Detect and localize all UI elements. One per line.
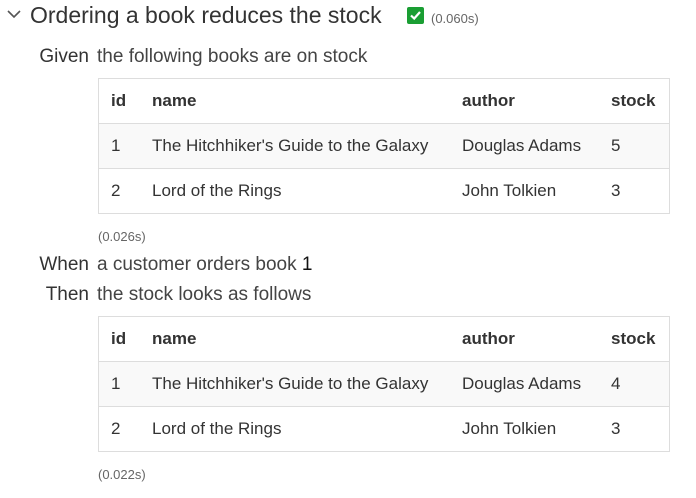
scenario-duration: (0.060s) bbox=[431, 11, 479, 26]
step-text: the following books are on stock bbox=[97, 46, 368, 67]
cell-id: 1 bbox=[99, 123, 152, 169]
cell-name: Lord of the Rings bbox=[152, 168, 462, 213]
cell-id: 1 bbox=[99, 361, 152, 407]
table-row: 1 The Hitchhiker's Guide to the Galaxy D… bbox=[99, 361, 669, 407]
table-row: 1 The Hitchhiker's Guide to the Galaxy D… bbox=[99, 123, 669, 169]
step-when: When a customer orders book 1 bbox=[0, 253, 312, 277]
scenario-header[interactable]: Ordering a book reduces the stock (0.060… bbox=[0, 0, 696, 32]
step-then: Then the stock looks as follows bbox=[0, 283, 312, 307]
cell-author: John Tolkien bbox=[462, 168, 611, 213]
cell-author: John Tolkien bbox=[462, 406, 611, 451]
step-text: a customer orders book 1 bbox=[97, 253, 312, 277]
column-header-stock: stock bbox=[611, 329, 656, 348]
cell-id: 2 bbox=[99, 168, 152, 213]
step-text-content: a customer orders book bbox=[97, 254, 297, 275]
chevron-down-icon[interactable] bbox=[7, 7, 21, 21]
table-row: 2 Lord of the Rings John Tolkien 3 bbox=[99, 406, 669, 451]
data-table-then: id name author stock 1 The Hitchhiker's … bbox=[98, 316, 670, 452]
step-keyword: Then bbox=[45, 284, 89, 305]
scenario-title: Ordering a book reduces the stock bbox=[30, 2, 382, 28]
column-header-name: name bbox=[152, 329, 197, 348]
table-row: 2 Lord of the Rings John Tolkien 3 bbox=[99, 168, 669, 213]
cell-id: 2 bbox=[99, 406, 152, 451]
cell-stock: 5 bbox=[611, 123, 669, 169]
cell-author: Douglas Adams bbox=[462, 123, 611, 169]
step-text: the stock looks as follows bbox=[97, 284, 312, 305]
checkmark-icon bbox=[407, 7, 424, 24]
step-duration: (0.022s) bbox=[98, 467, 146, 482]
data-table-given: id name author stock 1 The Hitchhiker's … bbox=[98, 78, 670, 214]
step-keyword: Given bbox=[39, 46, 89, 67]
column-header-id: id bbox=[111, 329, 127, 348]
cell-name: Lord of the Rings bbox=[152, 406, 462, 451]
cell-name: The Hitchhiker's Guide to the Galaxy bbox=[152, 123, 462, 169]
cell-stock: 3 bbox=[611, 406, 669, 451]
cell-stock: 4 bbox=[611, 361, 669, 407]
column-header-id: id bbox=[111, 91, 127, 110]
step-given: Given the following books are on stock bbox=[0, 45, 367, 69]
step-keyword: When bbox=[39, 254, 89, 275]
column-header-author: author bbox=[462, 329, 515, 348]
cell-stock: 3 bbox=[611, 168, 669, 213]
step-duration: (0.026s) bbox=[98, 229, 146, 244]
cell-author: Douglas Adams bbox=[462, 361, 611, 407]
column-header-author: author bbox=[462, 91, 515, 110]
column-header-name: name bbox=[152, 91, 197, 110]
cell-name: The Hitchhiker's Guide to the Galaxy bbox=[152, 361, 462, 407]
column-header-stock: stock bbox=[611, 91, 656, 110]
step-argument: 1 bbox=[301, 254, 313, 275]
